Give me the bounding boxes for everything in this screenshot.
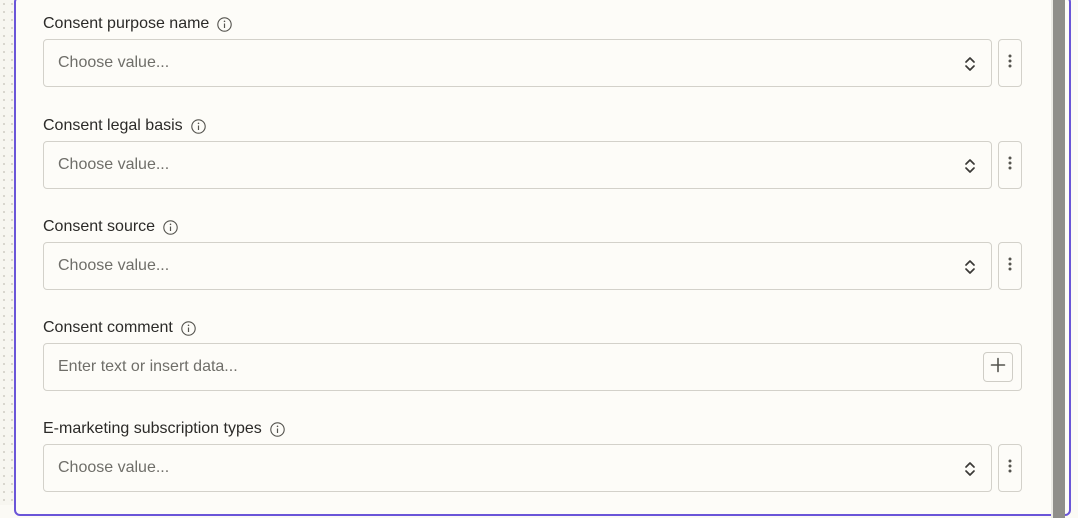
input-placeholder: Enter text or insert data... bbox=[58, 358, 238, 375]
field-options-button[interactable] bbox=[998, 242, 1022, 290]
select-placeholder: Choose value... bbox=[58, 156, 170, 173]
more-vertical-icon bbox=[1008, 256, 1012, 277]
info-icon[interactable] bbox=[270, 421, 285, 437]
field-label-row: Consent comment bbox=[43, 318, 196, 338]
select-placeholder: Choose value... bbox=[58, 257, 170, 274]
insert-data-button[interactable] bbox=[983, 352, 1013, 382]
more-vertical-icon bbox=[1008, 155, 1012, 176]
field-label: Consent source bbox=[43, 218, 156, 235]
more-vertical-icon bbox=[1008, 458, 1012, 479]
consent-purpose-name-select[interactable]: Choose value... bbox=[43, 39, 992, 87]
field-label-row: Consent legal basis bbox=[43, 116, 206, 136]
field-label-row: Consent purpose name bbox=[43, 14, 233, 34]
chevron-up-down-icon bbox=[963, 157, 977, 175]
more-vertical-icon bbox=[1008, 53, 1012, 74]
e-marketing-subscription-types-select[interactable]: Choose value... bbox=[43, 444, 992, 492]
field-options-button[interactable] bbox=[998, 141, 1022, 189]
field-consent-source: Consent source Choose value... bbox=[43, 217, 1022, 290]
consent-legal-basis-select[interactable]: Choose value... bbox=[43, 141, 992, 189]
plus-icon bbox=[990, 357, 1006, 378]
info-icon[interactable] bbox=[217, 16, 233, 32]
select-placeholder: Choose value... bbox=[58, 459, 170, 476]
select-placeholder: Choose value... bbox=[58, 54, 170, 71]
field-consent-legal-basis: Consent legal basis Choose value... bbox=[43, 116, 1022, 189]
chevron-up-down-icon bbox=[963, 460, 977, 478]
scrollbar-thumb[interactable] bbox=[1053, 0, 1065, 518]
scrollbar[interactable] bbox=[1051, 0, 1065, 518]
field-label-row: Consent source bbox=[43, 217, 178, 237]
field-label: Consent purpose name bbox=[43, 15, 210, 32]
field-label: E-marketing subscription types bbox=[43, 420, 262, 437]
field-consent-comment: Consent comment Enter text or insert dat… bbox=[43, 318, 1022, 391]
chevron-up-down-icon bbox=[963, 55, 977, 73]
field-options-button[interactable] bbox=[998, 444, 1022, 492]
info-icon[interactable] bbox=[181, 320, 196, 336]
consent-source-select[interactable]: Choose value... bbox=[43, 242, 992, 290]
field-label: Consent legal basis bbox=[43, 117, 183, 134]
field-e-marketing-subscription-types: E-marketing subscription types Choose va… bbox=[43, 419, 1022, 492]
info-icon[interactable] bbox=[163, 219, 178, 235]
field-options-button[interactable] bbox=[998, 39, 1022, 87]
consent-comment-input[interactable]: Enter text or insert data... bbox=[43, 343, 1022, 391]
chevron-up-down-icon bbox=[963, 258, 977, 276]
canvas-background bbox=[0, 0, 14, 505]
field-label: Consent comment bbox=[43, 319, 173, 336]
info-icon[interactable] bbox=[190, 118, 206, 134]
field-label-row: E-marketing subscription types bbox=[43, 419, 285, 439]
field-consent-purpose-name: Consent purpose name Choose value... bbox=[43, 14, 1022, 87]
